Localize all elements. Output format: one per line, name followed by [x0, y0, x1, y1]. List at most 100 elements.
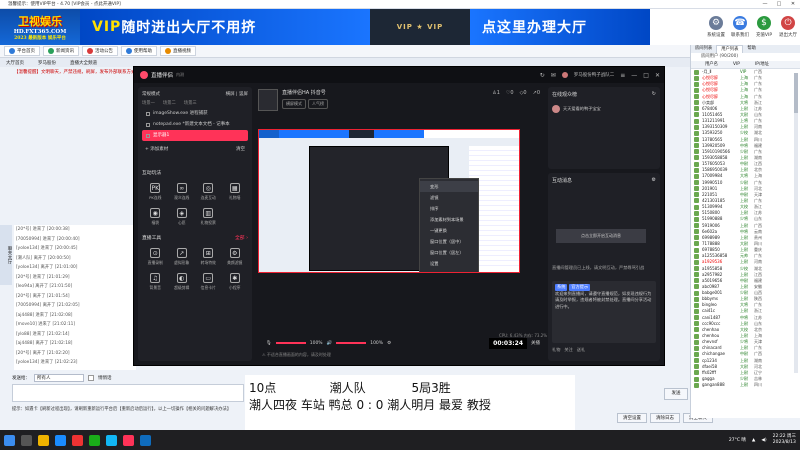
breadcrumb-item-2[interactable]: 直播大全频道 [70, 60, 97, 66]
browser-icon[interactable] [55, 434, 66, 446]
top-action-1[interactable]: ☎ 联系我们 [728, 16, 752, 38]
add-source-button[interactable]: + 添加素材 [145, 145, 168, 155]
tool-item-4[interactable]: ♫ 背景音 [142, 273, 169, 295]
context-menu-item-6[interactable]: 窗口位置（居左） [420, 247, 478, 258]
tool-item-1[interactable]: ↗ 虚拟形象 [169, 248, 196, 270]
context-menu-item-7[interactable]: 设置 [420, 258, 478, 269]
toolbar-item-4[interactable]: 直播视频 [160, 46, 196, 56]
maximize-button[interactable]: □ [772, 0, 786, 9]
live-companion-icon[interactable] [123, 434, 134, 446]
user-panel-tab-2[interactable]: 帮助 [743, 45, 760, 53]
toolbar-item-2[interactable]: 活动公告 [82, 46, 118, 56]
toolbar-item-1[interactable]: 新闻资讯 [43, 46, 79, 56]
user-panel-tab-0[interactable]: 房间列表 [691, 45, 716, 53]
user-list-scrollbar[interactable] [794, 73, 798, 373]
mic-volume-slider[interactable] [275, 342, 306, 344]
speaker-volume-slider[interactable] [336, 342, 367, 344]
tools-more-link[interactable]: 全部 › [235, 234, 248, 242]
hall-ad-banner[interactable]: 点这里办理大厅 [470, 9, 650, 45]
chat-action-0[interactable]: 礼物 [552, 347, 560, 353]
context-menu-item-5[interactable]: 窗口位置（居中） [420, 236, 478, 247]
layer-tab-1[interactable]: 场景二 [163, 100, 176, 108]
brand-logo[interactable]: 卫视娱乐 HD.FXT365.COM 2023 最新版本 娱乐平台 [0, 9, 80, 45]
layer-tab-0[interactable]: 场景一 [142, 100, 155, 108]
toolbar-item-3[interactable]: 使用帮助 [121, 46, 157, 56]
interact-item-4[interactable]: ◉ 福袋 [142, 208, 169, 230]
weather-text[interactable]: 27°C 晴 [729, 437, 746, 443]
clear-log-button[interactable]: 清除日志 [650, 413, 680, 423]
live-preview[interactable]: 变形滤镜排序添加素材到本场景一键更换窗口位置（居中）窗口位置（居左）设置删除 [258, 129, 520, 273]
user-panel-tab-1[interactable]: 用户列表 [716, 45, 744, 53]
end-live-button[interactable]: 关播 [531, 340, 540, 346]
vip-app-icon[interactable] [140, 434, 151, 446]
message-input[interactable] [12, 384, 244, 402]
tool-item-0[interactable]: ⊙ 直播录制 [142, 248, 169, 270]
tool-item-2[interactable]: ⊞ 转场特效 [195, 248, 222, 270]
refresh-icon[interactable]: ↻ [540, 72, 545, 79]
tool-item-6[interactable]: ▭ 信息卡片 [195, 273, 222, 295]
col-ip[interactable]: IP/地址 [755, 61, 779, 68]
source-item-1[interactable]: notepad.exe *新建文本文档 - 记事本 [142, 119, 248, 130]
context-menu-item-0[interactable]: 变形 [420, 181, 478, 192]
minimize-button[interactable]: — [758, 0, 772, 9]
qq-icon[interactable] [106, 434, 117, 446]
tool-item-7[interactable]: ✱ 小程序 [222, 273, 249, 295]
top-action-3[interactable]: ⏻ 退出大厅 [776, 16, 800, 38]
speaker-icon[interactable]: 🔊 [327, 341, 333, 346]
settings-icon[interactable]: ⚙ [387, 341, 391, 346]
whisper-checkbox[interactable] [88, 375, 94, 381]
wechat-icon[interactable] [89, 434, 100, 446]
interact-item-3[interactable]: ▦ 礼物墙 [222, 183, 249, 205]
source-item-0[interactable]: imageShow.exe 进程捕获 [142, 108, 248, 119]
layer-tab-2[interactable]: 场景三 [184, 100, 197, 108]
scene-mode-pill[interactable]: 横屏模式 [282, 99, 306, 109]
clear-settings-button[interactable]: 清空设置 [617, 413, 647, 423]
vip-ad-banner[interactable]: VIP 随时进出大厅不用挤 [80, 9, 370, 45]
mic-icon[interactable]: 🎙 [266, 341, 272, 346]
top-action-0[interactable]: ⚙ 系统设置 [704, 16, 728, 38]
scroll-thumb[interactable] [794, 73, 798, 113]
interact-item-6[interactable]: ▥ 礼物投票 [195, 208, 222, 230]
tool-item-3[interactable]: ⚙ 美颜滤镜 [222, 248, 249, 270]
chat-action-1[interactable]: 关注 [564, 347, 572, 353]
col-username[interactable]: 用户名 [691, 61, 733, 68]
breadcrumb-item-0[interactable]: 大厅首页 [6, 60, 24, 66]
audience-row[interactable]: 天天爱看的鸭子宝宝 [552, 105, 656, 113]
avatar[interactable] [561, 72, 568, 78]
clock[interactable]: 22:22 周三 2023/8/13 [773, 434, 796, 446]
refresh-audience-icon[interactable]: ↻ [652, 91, 656, 99]
search-icon[interactable] [21, 434, 32, 446]
col-vip[interactable]: VIP [733, 61, 755, 68]
tool-item-5[interactable]: ◐ 超级剪辑 [169, 273, 196, 295]
network-icon[interactable]: ▲ [752, 438, 755, 443]
interact-item-5[interactable]: ◈ 心愿 [169, 208, 196, 230]
source-eye-icon[interactable] [146, 111, 150, 116]
interact-item-7[interactable] [222, 208, 249, 230]
interact-item-0[interactable]: PK PK连线 [142, 183, 169, 205]
obs-maximize-icon[interactable]: □ [643, 72, 649, 79]
context-menu-item-8[interactable]: 删除 [420, 269, 478, 272]
source-item-2[interactable]: 显示器1 [142, 130, 248, 141]
clear-sources-button[interactable]: 清空 [236, 145, 245, 155]
context-menu-item-4[interactable]: 一键更换 [420, 225, 478, 236]
mode-select[interactable]: 常规模式 [142, 91, 160, 99]
landscape-option[interactable]: 横屏 [226, 92, 235, 97]
send-button[interactable]: 发送 [664, 388, 688, 400]
chat-action-2[interactable]: 送礼 [577, 347, 585, 353]
top-action-2[interactable]: $ 充值VIP [752, 16, 776, 38]
send-target-select[interactable]: 所有人 [34, 374, 84, 382]
source-eye-icon[interactable] [146, 122, 150, 127]
obs-username[interactable]: 罗马股份鸭子战队二 [574, 72, 615, 78]
portrait-option[interactable]: 竖屏 [239, 92, 248, 97]
folder-icon[interactable] [38, 434, 49, 446]
menu-icon[interactable]: ≡ [620, 72, 625, 79]
context-menu-item-3[interactable]: 添加素材到本场景 [420, 214, 478, 225]
context-menu-item-1[interactable]: 滤镜 [420, 192, 478, 203]
notice-icon[interactable]: ✉ [551, 72, 556, 79]
volume-icon[interactable]: ◀) [761, 438, 766, 443]
source-eye-icon[interactable] [146, 133, 150, 138]
scene-toggle[interactable]: 横屏 | 竖屏 [226, 91, 248, 99]
context-menu-item-2[interactable]: 排序 [420, 203, 478, 214]
interact-item-1[interactable]: ∞ 观众连线 [169, 183, 196, 205]
scene-rank-pill[interactable]: 人气榜 [308, 99, 328, 109]
